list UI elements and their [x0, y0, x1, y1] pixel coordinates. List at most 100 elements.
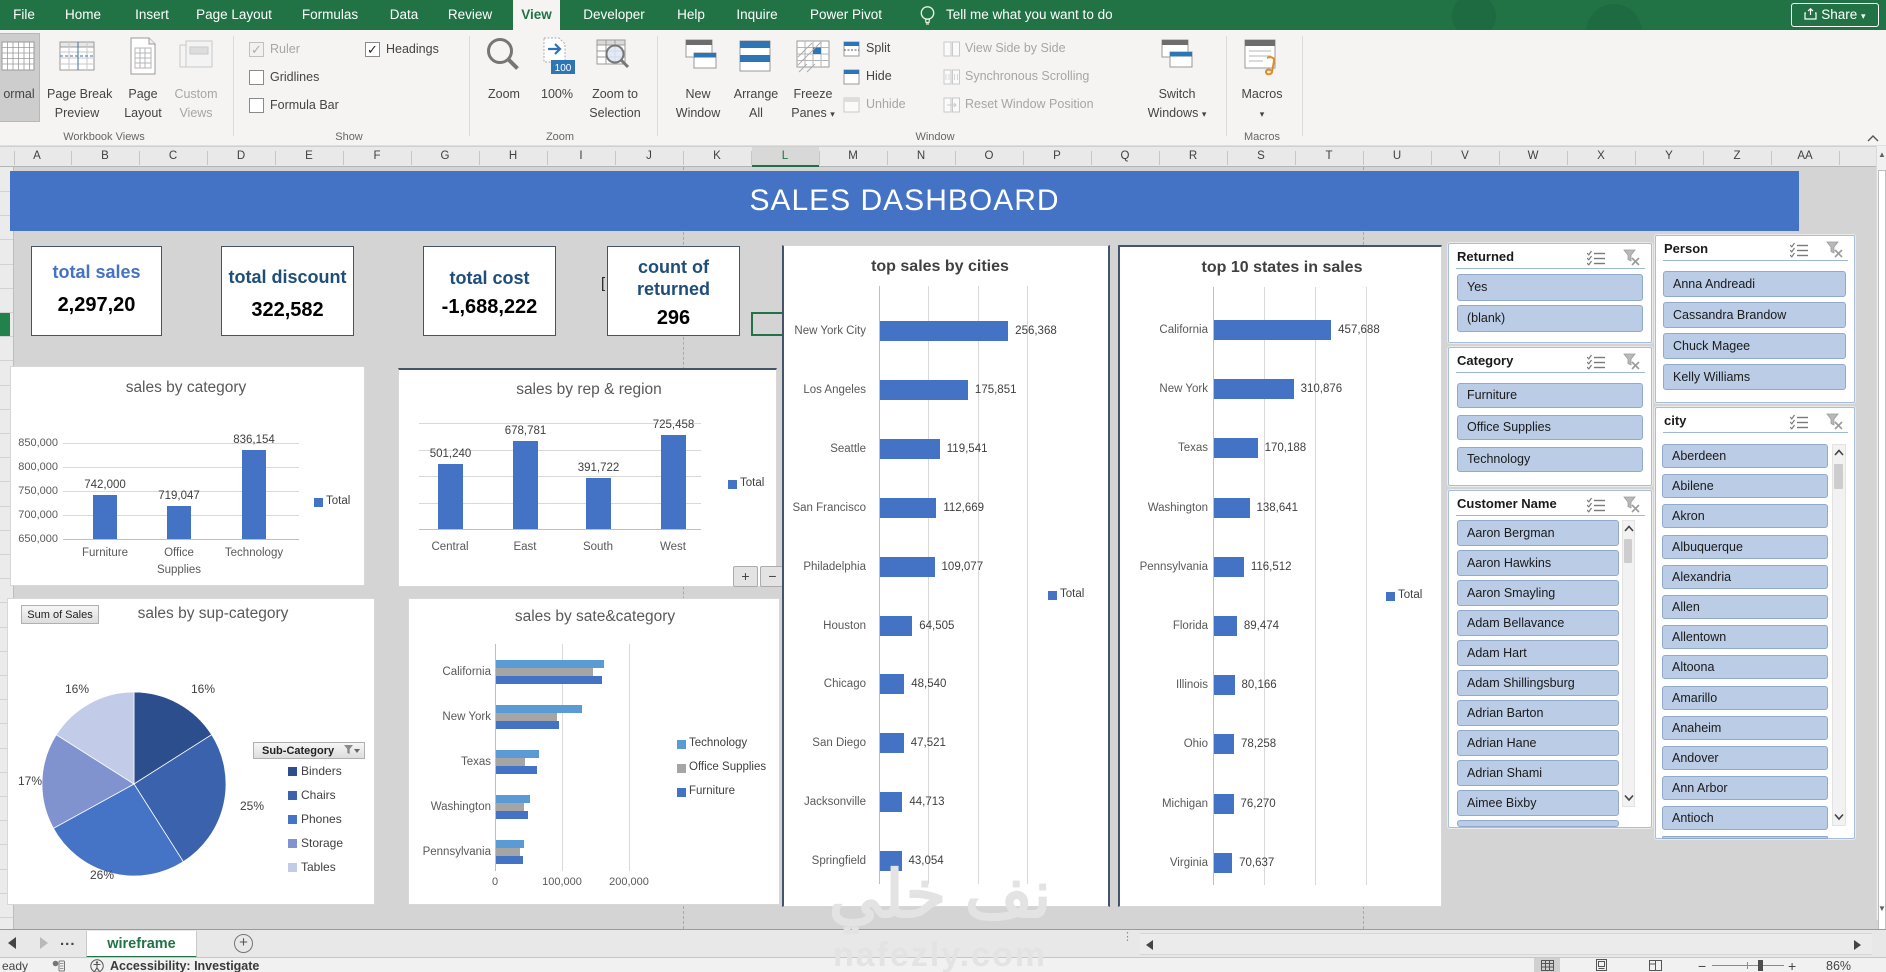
page-break-preview-button[interactable]: Page Break Preview	[47, 85, 112, 123]
slicer-item-alexandria[interactable]: Alexandria	[1662, 564, 1828, 589]
column-headers[interactable]: A B C D E F G H I J K L M N O P Q R S T U V W X Y Z AA	[0, 146, 1876, 167]
accessibility-status[interactable]: Accessibility: Investigate	[110, 959, 259, 972]
bar-California[interactable]	[1214, 320, 1332, 340]
bar-Technology[interactable]	[242, 449, 266, 539]
bar-Pennsylvania-Technology[interactable]	[496, 840, 525, 848]
pie-field-button[interactable]: Sum of Sales	[21, 605, 99, 624]
column-header-B[interactable]: B	[85, 150, 125, 162]
slicer-item--blank-[interactable]: (blank)	[1457, 305, 1643, 332]
bar-California-Office Supplies[interactable]	[496, 668, 594, 676]
menu-tab-file[interactable]: File	[6, 0, 42, 30]
arrange-all-button[interactable]: Arrange All	[726, 85, 786, 123]
bar-New York-Technology[interactable]	[496, 705, 582, 713]
slicer-item-allentown[interactable]: Allentown	[1662, 625, 1828, 650]
slicer-item-allen[interactable]: Allen	[1662, 595, 1828, 619]
slicer-item-antioch[interactable]: Antioch	[1662, 806, 1828, 831]
slicer-item-altoona[interactable]: Altoona	[1662, 655, 1828, 680]
bar-New York-Office Supplies[interactable]	[496, 713, 557, 721]
bar-Texas[interactable]	[1214, 438, 1258, 459]
new-window-button[interactable]: New Window	[667, 85, 729, 123]
chart-top-10-states-in-sales[interactable]: top 10 states in sales California 457,688 N…	[1118, 245, 1442, 907]
selected-cell[interactable]	[751, 312, 785, 336]
menu-tab-data[interactable]: Data	[382, 0, 426, 30]
column-header-O[interactable]: O	[969, 150, 1009, 162]
bar-Virginia[interactable]	[1214, 852, 1233, 873]
slicer-item-office-supplies[interactable]: Office Supplies	[1457, 415, 1643, 440]
menu-tab-page-layout[interactable]: Page Layout	[190, 0, 278, 30]
bar-Office-Supplies[interactable]	[167, 505, 191, 539]
page-break-view-statusbar-button[interactable]	[1642, 958, 1668, 972]
slicer-item-albuquerque[interactable]: Albuquerque	[1662, 534, 1828, 559]
horizontal-scrollbar[interactable]	[1140, 933, 1872, 955]
zoom-button[interactable]: Zoom	[474, 85, 534, 104]
bar-Texas-Office Supplies[interactable]	[496, 758, 525, 766]
zoom-slider[interactable]	[1712, 965, 1784, 966]
column-header-Y[interactable]: Y	[1649, 150, 1689, 162]
sheet-tabs-ellipsis[interactable]: ...	[60, 932, 76, 949]
slicer-scrollbar[interactable]	[1832, 444, 1846, 826]
menu-tab-inquire[interactable]: Inquire	[728, 0, 786, 30]
split-button[interactable]: Split	[866, 39, 890, 58]
gridlines-checkbox[interactable]	[249, 70, 264, 85]
slicer-item-anna-andreadi[interactable]: Anna Andreadi	[1663, 271, 1846, 297]
scroll-down-icon[interactable]: ▼	[1877, 904, 1886, 913]
menu-tab-review[interactable]: Review	[441, 0, 499, 30]
zoom-out-button[interactable]: −	[1698, 958, 1706, 972]
chart-sales-by-sub-category[interactable]: Sum of Sales sales by sup-category 16% 25% 2…	[7, 598, 375, 905]
sheet-nav-left-icon[interactable]	[8, 937, 16, 949]
bar-West[interactable]	[661, 434, 686, 529]
slicer-item-aaron-hawkins[interactable]: Aaron Hawkins	[1457, 550, 1619, 576]
column-header-A[interactable]: A	[17, 150, 57, 162]
column-header-V[interactable]: V	[1445, 150, 1485, 162]
slicer-item-adrian-shami[interactable]: Adrian Shami	[1457, 760, 1619, 786]
bar-San-Francisco[interactable]	[880, 497, 937, 518]
slicer-item-aaron-smayling[interactable]: Aaron Smayling	[1457, 580, 1619, 606]
bar-Washington-Office Supplies[interactable]	[496, 803, 524, 811]
bar-Pennsylvania-Office Supplies[interactable]	[496, 848, 521, 856]
zoom-100-button[interactable]: 100%	[526, 85, 588, 104]
column-header-Q[interactable]: Q	[1105, 150, 1145, 162]
menu-tab-view[interactable]: View	[513, 0, 560, 30]
page-layout-button[interactable]: Page Layout	[113, 85, 173, 123]
column-header-G[interactable]: G	[425, 150, 465, 162]
slicer-item-adam-hart[interactable]: Adam Hart	[1457, 640, 1619, 666]
bar-South[interactable]	[586, 478, 611, 529]
slicer-item-adam-shillingsburg[interactable]: Adam Shillingsburg	[1457, 670, 1619, 696]
bar-Seattle[interactable]	[880, 438, 940, 459]
pivotchart-expand-button[interactable]: +	[733, 566, 758, 587]
bar-California-Technology[interactable]	[496, 660, 604, 668]
slicer-item-anaheim[interactable]: Anaheim	[1662, 715, 1828, 740]
macro-record-icon[interactable]	[52, 960, 65, 972]
bar-Jacksonville[interactable]	[880, 792, 903, 813]
slicer-item-andover[interactable]: Andover	[1662, 746, 1828, 770]
scrollbar-resize-handle[interactable]: ⋮	[1122, 932, 1133, 943]
vertical-scrollbar[interactable]: ▲ ▼	[1876, 146, 1886, 972]
bar-Chicago[interactable]	[880, 674, 905, 695]
column-header-L[interactable]: L	[765, 150, 805, 162]
bar-Philadelphia[interactable]	[880, 556, 935, 577]
slicer-item-ann-arbor[interactable]: Ann Arbor	[1662, 776, 1828, 801]
column-header-S[interactable]: S	[1241, 150, 1281, 162]
ruler-checkbox[interactable]: ✓	[249, 42, 264, 57]
menu-tab-developer[interactable]: Developer	[573, 0, 655, 30]
menu-tab-formulas[interactable]: Formulas	[297, 0, 363, 30]
slicer-item-furniture[interactable]: Furniture	[1457, 383, 1643, 408]
column-header-P[interactable]: P	[1037, 150, 1077, 162]
normal-view-statusbar-button[interactable]	[1534, 958, 1560, 972]
add-sheet-button[interactable]: +	[234, 934, 253, 953]
sheet-tab-wireframe[interactable]: wireframe	[86, 931, 197, 958]
slicer-item-partial[interactable]	[1457, 820, 1619, 827]
row-header-selected[interactable]	[0, 313, 10, 336]
menu-tab-insert[interactable]: Insert	[128, 0, 176, 30]
accessibility-icon[interactable]	[90, 959, 104, 972]
slicer-item-adrian-hane[interactable]: Adrian Hane	[1457, 730, 1619, 756]
chart-sales-by-rep-region[interactable]: sales by rep & region 501,240 678,781 391,7…	[398, 368, 785, 587]
bar-Ohio[interactable]	[1214, 734, 1234, 755]
zoom-in-button[interactable]: +	[1788, 958, 1796, 972]
freeze-panes-button[interactable]: Freeze Panes ▾	[782, 85, 844, 124]
bar-Pennsylvania-Furniture[interactable]	[496, 856, 523, 864]
slicer-item-chuck-magee[interactable]: Chuck Magee	[1663, 333, 1846, 359]
column-header-T[interactable]: T	[1309, 150, 1349, 162]
column-header-K[interactable]: K	[697, 150, 737, 162]
chart-top-sales-by-cities[interactable]: top sales by cities New York City 256,368 L…	[782, 245, 1110, 907]
